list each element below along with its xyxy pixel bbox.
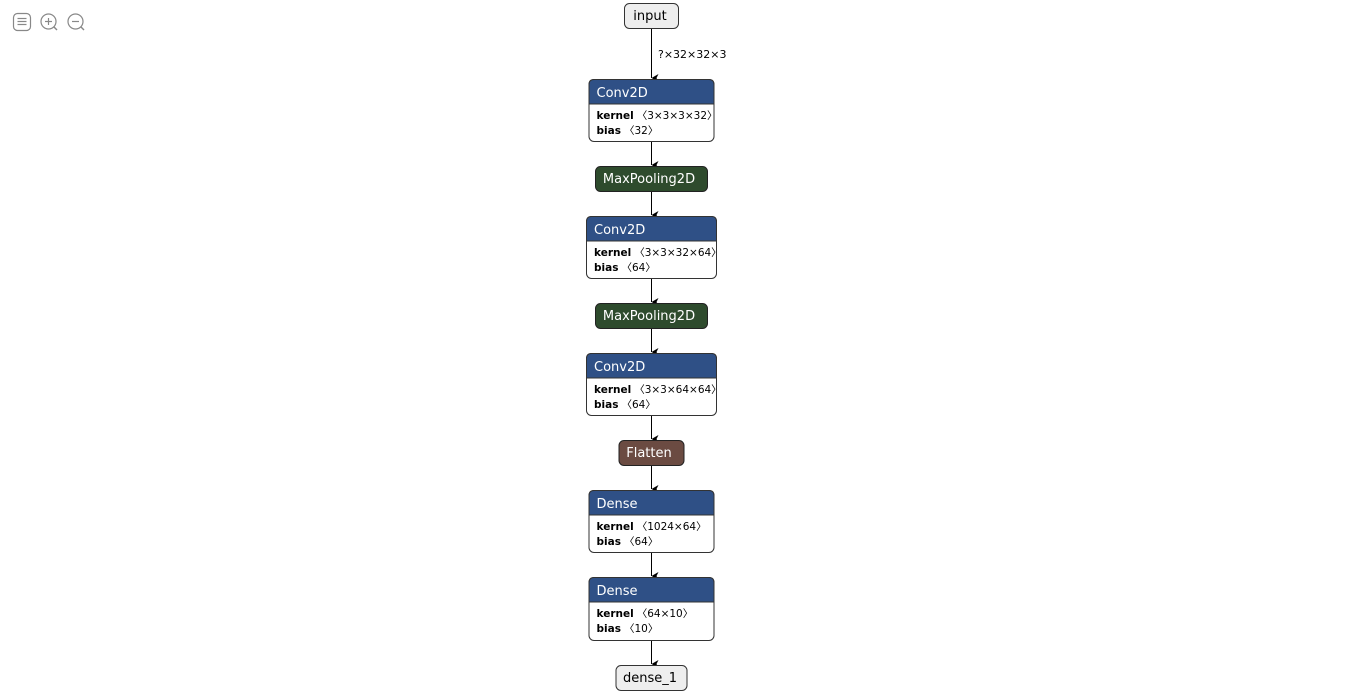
node-conv2d_2[interactable]: Conv2D kernel 〈3×3×64×64〉 bias 〈64〉 — [586, 353, 722, 416]
node-title: Conv2D — [597, 86, 648, 101]
node-conv2d[interactable]: Conv2D kernel 〈3×3×3×32〉 bias 〈32〉 — [588, 79, 718, 142]
attribute-name: bias — [597, 623, 621, 635]
node-title: MaxPooling2D — [603, 309, 695, 324]
attribute-name: kernel — [597, 608, 634, 620]
attribute-value: 〈64×10〉 — [637, 608, 694, 620]
node-attribute-bias: bias 〈32〉 — [597, 125, 659, 137]
node-attribute-kernel: kernel 〈3×3×32×64〉 — [594, 247, 722, 259]
node-maxpool2[interactable]: MaxPooling2D — [595, 303, 708, 329]
attribute-name: bias — [594, 399, 618, 411]
edge-label: ?×32×32×3 — [658, 48, 726, 61]
node-flatten[interactable]: Flatten — [618, 440, 685, 466]
model-graph: ?×32×32×3 inputConv2Dkernel 〈3×3×3×32〉bia… — [586, 3, 726, 691]
node-attribute-bias: bias 〈64〉 — [594, 262, 656, 274]
attribute-name: kernel — [594, 384, 631, 396]
node-maxpool1[interactable]: MaxPooling2D — [595, 166, 708, 192]
node-title: dense_1 — [623, 671, 677, 686]
node-dense[interactable]: Dense kernel 〈1024×64〉 bias 〈64〉 — [588, 490, 715, 553]
node-title: Dense — [597, 497, 638, 512]
attribute-value: 〈64〉 — [624, 536, 658, 548]
node-output[interactable]: dense_1 — [615, 665, 688, 691]
node-title: Conv2D — [594, 223, 645, 238]
node-attribute-kernel: kernel 〈3×3×3×32〉 — [597, 110, 718, 122]
attribute-value: 〈1024×64〉 — [637, 521, 707, 533]
node-conv2d_1[interactable]: Conv2D kernel 〈3×3×32×64〉 bias 〈64〉 — [586, 216, 722, 279]
attribute-name: kernel — [597, 521, 634, 533]
node-title: MaxPooling2D — [603, 172, 695, 187]
node-title: input — [633, 9, 666, 24]
attribute-name: kernel — [594, 247, 631, 259]
node-attribute-kernel: kernel 〈3×3×64×64〉 — [594, 384, 722, 396]
attribute-value: 〈32〉 — [624, 125, 658, 137]
attribute-value: 〈3×3×32×64〉 — [634, 247, 721, 259]
attribute-name: bias — [597, 125, 621, 137]
attribute-value: 〈64〉 — [621, 262, 655, 274]
attribute-name: bias — [594, 262, 618, 274]
attribute-value: 〈10〉 — [624, 623, 658, 635]
attribute-name: bias — [597, 536, 621, 548]
node-title: Conv2D — [594, 360, 645, 375]
node-title: Dense — [597, 584, 638, 599]
attribute-value: 〈64〉 — [621, 399, 655, 411]
node-attribute-bias: bias 〈64〉 — [597, 536, 659, 548]
node-attribute-bias: bias 〈64〉 — [594, 399, 656, 411]
node-attribute-bias: bias 〈10〉 — [597, 623, 659, 635]
attribute-value: 〈3×3×3×32〉 — [637, 110, 718, 122]
attribute-value: 〈3×3×64×64〉 — [634, 384, 721, 396]
node-dense_1[interactable]: Dense kernel 〈64×10〉 bias 〈10〉 — [588, 577, 715, 641]
node-attribute-kernel: kernel 〈1024×64〉 — [597, 521, 707, 533]
node-title: Flatten — [626, 446, 672, 461]
attribute-name: kernel — [597, 110, 634, 122]
node-input[interactable]: input — [624, 3, 679, 29]
node-attribute-kernel: kernel 〈64×10〉 — [597, 608, 694, 620]
